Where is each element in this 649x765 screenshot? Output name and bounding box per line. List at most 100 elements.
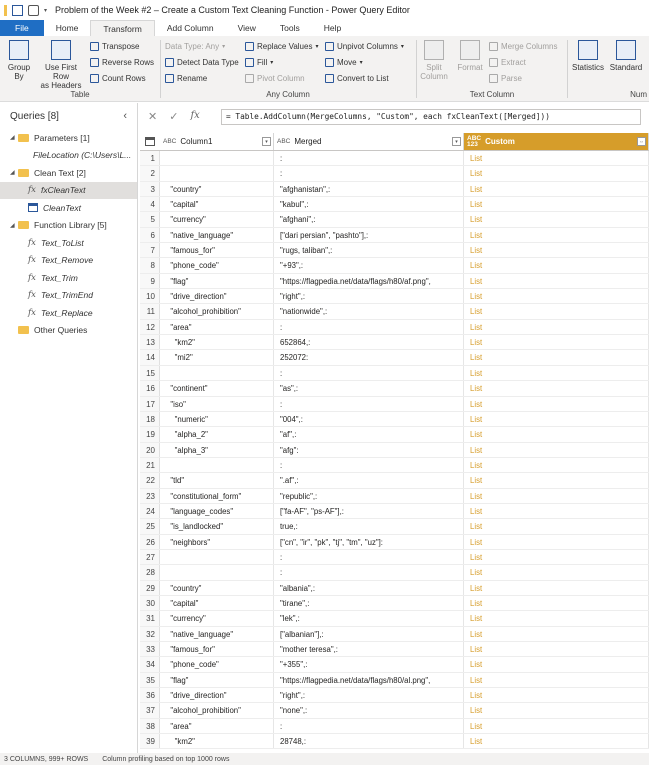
commit-icon[interactable]: ✓ [169,110,178,123]
list-link-cell[interactable]: List [464,657,649,672]
split-column-button[interactable]: Split Column [419,40,449,81]
table-cell[interactable]: "constitutional_form" [160,488,274,503]
type-icon[interactable]: ABC [277,138,290,145]
use-first-row-button[interactable]: Use First Row as Headers [36,40,86,90]
group-by-button[interactable]: Group By [4,40,34,81]
row-number[interactable]: 21 [140,457,160,473]
row-number[interactable]: 31 [140,611,160,626]
table-cell[interactable]: "af",: [274,427,464,442]
collapse-pane-icon[interactable]: ‹ [123,110,127,122]
row-number[interactable]: 32 [140,626,160,641]
list-link-cell[interactable]: List [464,534,649,549]
row-number[interactable]: 35 [140,672,160,688]
table-cell[interactable]: "albania",: [274,580,464,595]
table-cell[interactable]: ["albanian"],: [274,626,464,641]
table-cell[interactable]: ".af",: [274,473,464,488]
table-cell[interactable]: "iso" [160,396,274,411]
table-cell[interactable] [160,565,274,580]
table-cell[interactable] [160,549,274,565]
row-number[interactable]: 20 [140,442,160,457]
list-link-cell[interactable]: List [464,642,649,657]
list-link-cell[interactable]: List [464,319,649,335]
data-type-dropdown[interactable]: Data Type: Any ▾ [165,42,225,51]
row-number[interactable]: 23 [140,488,160,503]
table-cell[interactable]: "as",: [274,381,464,396]
table-cell[interactable]: ["dari persian", "pashto"],: [274,227,464,243]
table-cell[interactable]: "capital" [160,197,274,212]
list-link-cell[interactable]: List [464,381,649,396]
table-cell[interactable]: "+355",: [274,657,464,672]
list-link-cell[interactable]: List [464,227,649,243]
table-cell[interactable]: "kabul",: [274,197,464,212]
list-link-cell[interactable]: List [464,365,649,381]
unpivot-columns-button[interactable]: Unpivot Columns ▾ [325,42,404,51]
row-number[interactable]: 1 [140,151,160,166]
table-cell[interactable]: : [274,457,464,473]
table-cell[interactable]: "famous_for" [160,243,274,258]
table-cell[interactable]: "alcohol_prohibition" [160,304,274,319]
dropdown-icon[interactable]: ▾ [44,7,47,14]
table-cell[interactable]: "mother teresa",: [274,642,464,657]
table-cell[interactable]: "continent" [160,381,274,396]
tab-tools[interactable]: Tools [268,20,312,36]
table-cell[interactable]: : [274,166,464,181]
statistics-button[interactable]: Statistics [570,40,606,72]
column-header-merged[interactable]: ABC Merged ▾ [274,133,464,150]
list-link-cell[interactable]: List [464,411,649,427]
table-cell[interactable]: "lek",: [274,611,464,626]
table-cell[interactable] [160,365,274,381]
reverse-rows-button[interactable]: Reverse Rows [90,58,154,67]
row-number[interactable]: 26 [140,534,160,549]
row-number[interactable]: 3 [140,181,160,197]
query-item[interactable]: fx Text_TrimEnd [0,287,137,305]
parse-button[interactable]: Parse [489,74,522,83]
row-number[interactable]: 16 [140,381,160,396]
list-link-cell[interactable]: List [464,350,649,365]
replace-values-button[interactable]: Replace Values ▾ [245,42,318,51]
table-cell[interactable]: "afghani",: [274,212,464,227]
save-icon[interactable] [12,4,23,16]
table-cell[interactable]: "tirane",: [274,595,464,611]
row-number[interactable]: 28 [140,565,160,580]
table-cell[interactable]: : [274,365,464,381]
table-cell[interactable]: "neighbors" [160,534,274,549]
table-cell[interactable]: "+93",: [274,258,464,273]
list-link-cell[interactable]: List [464,181,649,197]
row-number[interactable]: 27 [140,549,160,565]
column-header-column1[interactable]: ABC Column1 ▾ [160,133,274,150]
table-cell[interactable]: : [274,319,464,335]
tab-view[interactable]: View [226,20,268,36]
query-item[interactable]: FileLocation (C:\Users\L... [0,147,137,165]
expand-arrow-icon[interactable]: ◢ [10,222,18,229]
table-cell[interactable]: "area" [160,718,274,734]
row-number[interactable]: 29 [140,580,160,595]
tab-home[interactable]: Home [44,20,91,36]
table-cell[interactable]: "capital" [160,595,274,611]
row-number[interactable]: 14 [140,350,160,365]
table-cell[interactable]: "currency" [160,212,274,227]
table-cell[interactable]: "language_codes" [160,503,274,519]
cancel-icon[interactable]: ✕ [148,110,157,123]
table-cell[interactable]: : [274,718,464,734]
table-cell[interactable]: "afghanistan",: [274,181,464,197]
query-item[interactable]: ◢ Clean Text [2] [0,164,137,182]
tab-help[interactable]: Help [312,20,353,36]
row-number[interactable]: 5 [140,212,160,227]
row-number[interactable]: 34 [140,657,160,672]
row-number[interactable]: 24 [140,503,160,519]
query-item[interactable]: fx fxCleanText [0,181,137,199]
row-number[interactable]: 30 [140,595,160,611]
list-link-cell[interactable]: List [464,703,649,718]
count-rows-button[interactable]: Count Rows [90,74,146,83]
table-cell[interactable]: "flag" [160,672,274,688]
table-cell[interactable]: : [274,396,464,411]
row-number[interactable]: 8 [140,258,160,273]
list-link-cell[interactable]: List [464,565,649,580]
query-item[interactable]: ◢ Parameters [1] [0,129,137,147]
list-link-cell[interactable]: List [464,580,649,595]
list-link-cell[interactable]: List [464,151,649,166]
table-cell[interactable]: "country" [160,580,274,595]
table-cell[interactable]: "republic",: [274,488,464,503]
table-cell[interactable]: : [274,549,464,565]
query-item[interactable]: ◢ Function Library [5] [0,217,137,235]
